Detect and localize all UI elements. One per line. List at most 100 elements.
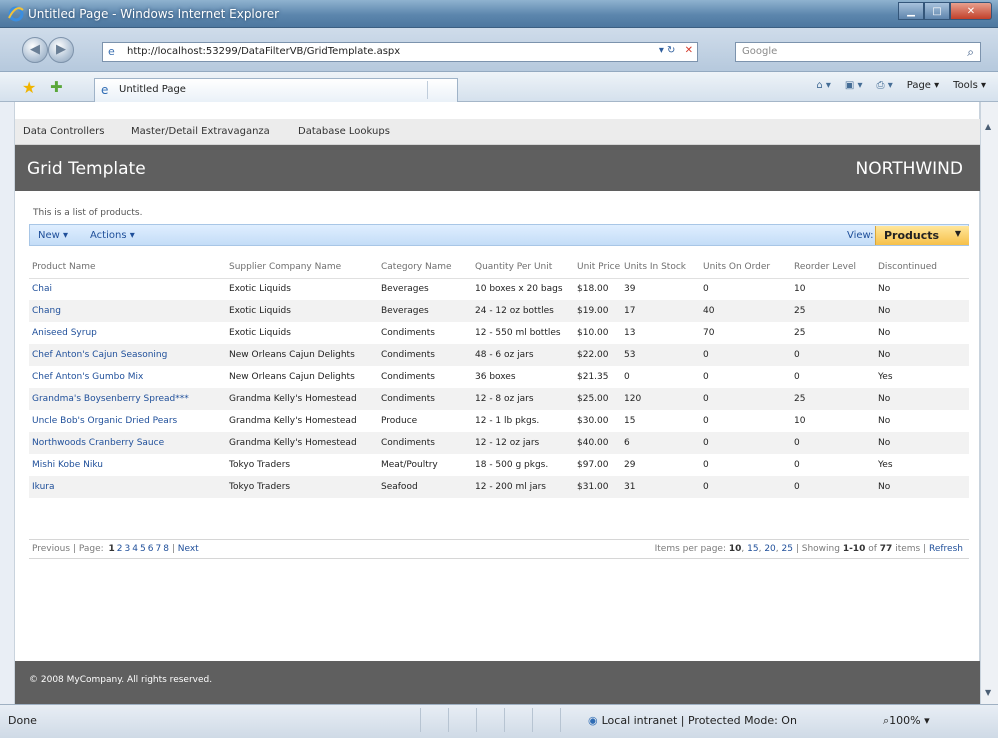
- product-name-link[interactable]: Grandma's Boysenberry Spread***: [29, 388, 226, 410]
- security-zone[interactable]: ◉ Local intranet | Protected Mode: On: [588, 714, 797, 727]
- page-number-link[interactable]: 3: [125, 544, 131, 554]
- page-size-link[interactable]: 25: [782, 544, 793, 554]
- vertical-scrollbar[interactable]: ▲ ▼: [980, 102, 998, 704]
- new-tab-button[interactable]: [427, 81, 455, 99]
- menu-item-data-controllers[interactable]: Data Controllers: [23, 126, 104, 137]
- table-cell: Condiments: [381, 372, 435, 382]
- home-icon[interactable]: ⌂ ▾: [816, 80, 831, 91]
- table-row[interactable]: Ikura Tokyo Traders Seafood 12 - 200 ml jar…: [29, 476, 969, 498]
- search-placeholder: Google: [742, 46, 778, 57]
- add-favorites-icon[interactable]: ✚: [50, 78, 63, 96]
- back-button[interactable]: ◀: [22, 37, 48, 63]
- status-bar: Done ◉ Local intranet | Protected Mode: O…: [0, 704, 998, 738]
- column-header[interactable]: Quantity Per Unit: [472, 257, 574, 279]
- feeds-icon[interactable]: ▣ ▾: [845, 80, 863, 91]
- actions-menu-button[interactable]: Actions ▾: [90, 230, 135, 241]
- table-row[interactable]: Chef Anton's Gumbo Mix New Orleans Cajun …: [29, 366, 969, 388]
- product-name-link[interactable]: Aniseed Syrup: [29, 322, 226, 344]
- page-number-link[interactable]: 2: [117, 544, 123, 554]
- table-cell: Produce: [381, 416, 418, 426]
- table-row[interactable]: Northwoods Cranberry Sauce Grandma Kelly'…: [29, 432, 969, 454]
- back-arrow-icon: ◀: [30, 42, 40, 57]
- column-header[interactable]: Reorder Level: [791, 257, 875, 279]
- refresh-link[interactable]: Refresh: [929, 544, 963, 554]
- status-segments: [420, 708, 588, 732]
- page-size-link[interactable]: 10: [729, 544, 742, 554]
- search-input[interactable]: Google ⌕: [735, 42, 981, 62]
- table-cell: Condiments: [378, 344, 472, 366]
- table-row[interactable]: Aniseed Syrup Exotic Liquids Condiments 12 …: [29, 322, 969, 344]
- column-header[interactable]: Category Name: [378, 257, 472, 279]
- page-size-link[interactable]: 15: [747, 544, 758, 554]
- table-cell: 0: [794, 372, 800, 382]
- table-cell: 25: [791, 388, 875, 410]
- favorites-star-icon[interactable]: ★: [22, 78, 36, 97]
- minimize-button[interactable]: ▁: [898, 2, 924, 20]
- column-header[interactable]: Unit Price: [574, 257, 621, 279]
- view-label: View:: [847, 230, 874, 241]
- table-row[interactable]: Mishi Kobe Niku Tokyo Traders Meat/Poultry…: [29, 454, 969, 476]
- scroll-up-icon[interactable]: ▲: [985, 122, 991, 131]
- grid-header-row: Product Name Supplier Company Name Categ…: [29, 257, 969, 279]
- page-number-link[interactable]: 5: [140, 544, 146, 554]
- page-menu[interactable]: Page ▾: [907, 80, 939, 91]
- next-link[interactable]: Next: [178, 544, 199, 554]
- table-cell: Tokyo Traders: [229, 460, 291, 470]
- search-icon[interactable]: ⌕: [967, 45, 974, 60]
- product-name-link[interactable]: Chef Anton's Cajun Seasoning: [29, 344, 226, 366]
- menu-item-database-lookups[interactable]: Database Lookups: [298, 126, 390, 137]
- page-number-link[interactable]: 7: [155, 544, 161, 554]
- view-selector[interactable]: Products ▼: [875, 226, 969, 245]
- zoom-control[interactable]: ⌕100% ▾: [883, 714, 930, 728]
- table-row[interactable]: Chai Exotic Liquids Beverages 10 boxes x 20…: [29, 278, 969, 300]
- table-cell: Grandma Kelly's Homestead: [229, 416, 357, 426]
- table-cell: 18 - 500 g pkgs.: [475, 460, 549, 470]
- tools-menu[interactable]: Tools ▾: [953, 80, 986, 91]
- table-cell: $30.00: [577, 416, 609, 426]
- close-button[interactable]: ✕: [950, 2, 992, 20]
- address-dropdown-icon[interactable]: ▾: [659, 45, 664, 56]
- table-cell: Seafood: [378, 476, 472, 498]
- menu-item-master-detail[interactable]: Master/Detail Extravaganza: [131, 126, 270, 137]
- product-name-link[interactable]: Mishi Kobe Niku: [29, 454, 226, 476]
- stop-icon[interactable]: ✕: [685, 45, 693, 56]
- maximize-button[interactable]: □: [924, 2, 950, 20]
- column-header[interactable]: Units On Order: [700, 257, 791, 279]
- table-cell: 40: [700, 300, 791, 322]
- page-number-link[interactable]: 1: [109, 544, 115, 554]
- print-icon[interactable]: ⎙ ▾: [877, 80, 893, 91]
- refresh-icon[interactable]: ↻: [667, 45, 675, 56]
- table-row[interactable]: Chef Anton's Cajun Seasoning New Orleans …: [29, 344, 969, 366]
- column-header[interactable]: Discontinued: [875, 257, 969, 279]
- product-name-link[interactable]: Chai: [29, 278, 226, 300]
- table-cell: Condiments: [381, 328, 435, 338]
- column-header[interactable]: Product Name: [29, 257, 226, 279]
- table-row[interactable]: Uncle Bob's Organic Dried Pears Grandma K…: [29, 410, 969, 432]
- new-menu-button[interactable]: New ▾: [38, 230, 68, 241]
- product-name-link[interactable]: Chang: [29, 300, 226, 322]
- page-number-link[interactable]: 8: [163, 544, 169, 554]
- product-name-link[interactable]: Chef Anton's Gumbo Mix: [29, 366, 226, 388]
- table-row[interactable]: Grandma's Boysenberry Spread*** Grandma K…: [29, 388, 969, 410]
- forward-button[interactable]: ▶: [48, 37, 74, 63]
- product-name-link[interactable]: Northwoods Cranberry Sauce: [29, 432, 226, 454]
- page-icon: e: [108, 45, 115, 58]
- address-input[interactable]: e http://localhost:53299/DataFilterVB/Gr…: [102, 42, 698, 62]
- table-cell: Meat/Poultry: [381, 460, 438, 470]
- previous-link[interactable]: Previous: [32, 544, 70, 554]
- table-row[interactable]: Chang Exotic Liquids Beverages 24 - 12 oz b…: [29, 300, 969, 322]
- table-cell: 25: [794, 328, 806, 338]
- column-header[interactable]: Units In Stock: [621, 257, 700, 279]
- table-cell: 120: [621, 388, 700, 410]
- table-cell: 0: [703, 460, 709, 470]
- top-menu: Data Controllers Master/Detail Extravaga…: [15, 119, 981, 145]
- column-header[interactable]: Supplier Company Name: [226, 257, 378, 279]
- product-name-link[interactable]: Uncle Bob's Organic Dried Pears: [29, 410, 226, 432]
- scroll-down-icon[interactable]: ▼: [985, 688, 991, 697]
- table-cell: 0: [700, 432, 791, 454]
- tab-untitled-page[interactable]: e Untitled Page: [94, 78, 458, 102]
- page-number-link[interactable]: 4: [132, 544, 138, 554]
- page-number-link[interactable]: 6: [148, 544, 154, 554]
- product-name-link[interactable]: Ikura: [29, 476, 226, 498]
- page-size-link[interactable]: 20: [764, 544, 775, 554]
